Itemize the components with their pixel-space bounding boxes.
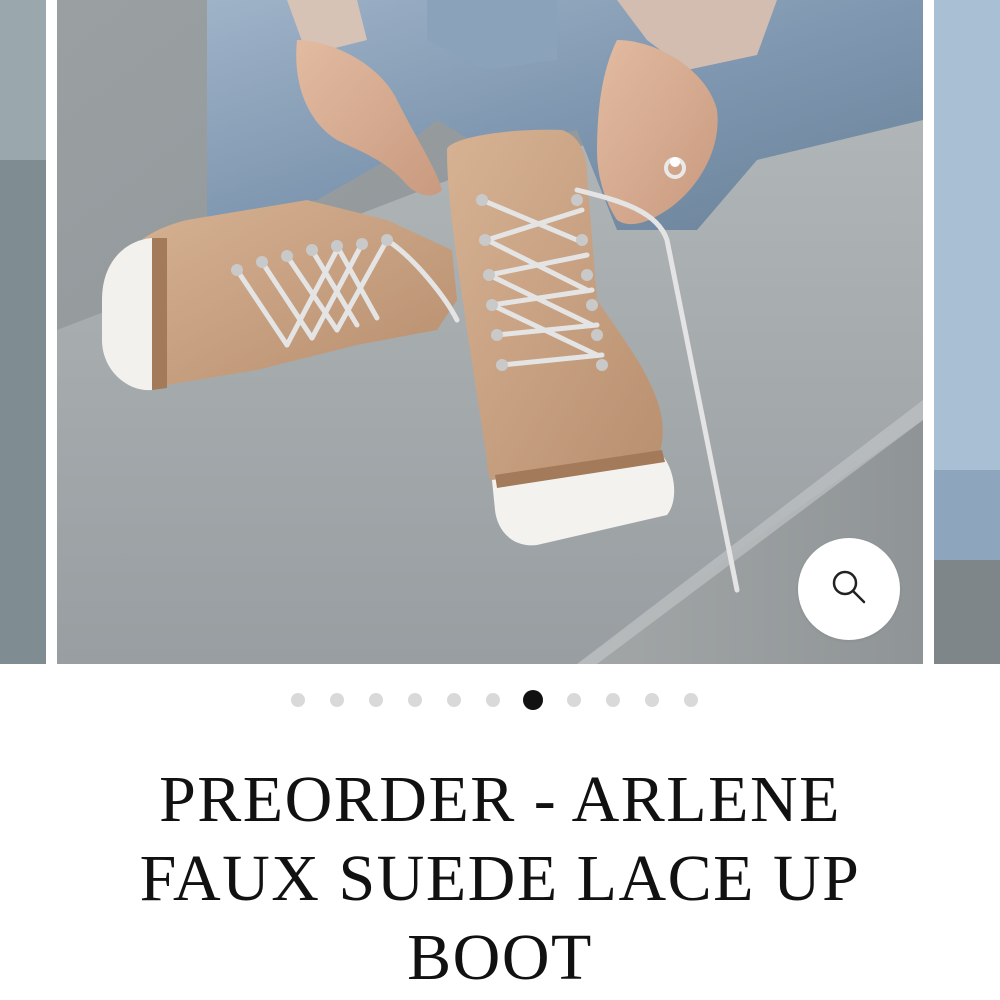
carousel-dot[interactable] <box>645 693 659 707</box>
carousel-dot[interactable] <box>408 693 422 707</box>
zoom-button[interactable] <box>798 538 900 640</box>
next-slide-peek[interactable] <box>934 0 1000 664</box>
carousel-dot[interactable] <box>606 693 620 707</box>
carousel-dot[interactable] <box>684 693 698 707</box>
carousel-dot-active[interactable] <box>523 690 543 710</box>
carousel-pagination <box>0 690 1000 710</box>
carousel-dot[interactable] <box>486 693 500 707</box>
carousel-dot[interactable] <box>447 693 461 707</box>
carousel-dot[interactable] <box>567 693 581 707</box>
product-image[interactable] <box>57 0 923 664</box>
product-image-carousel[interactable] <box>0 0 1000 664</box>
carousel-dot[interactable] <box>330 693 344 707</box>
carousel-dot[interactable] <box>369 693 383 707</box>
product-title: PREORDER - ARLENE FAUX SUEDE LACE UP BOO… <box>139 763 861 994</box>
magnifier-icon <box>829 567 869 612</box>
carousel-dot[interactable] <box>291 693 305 707</box>
product-page: PREORDER - ARLENE FAUX SUEDE LACE UP BOO… <box>0 0 1000 1000</box>
previous-slide-peek[interactable] <box>0 0 46 664</box>
